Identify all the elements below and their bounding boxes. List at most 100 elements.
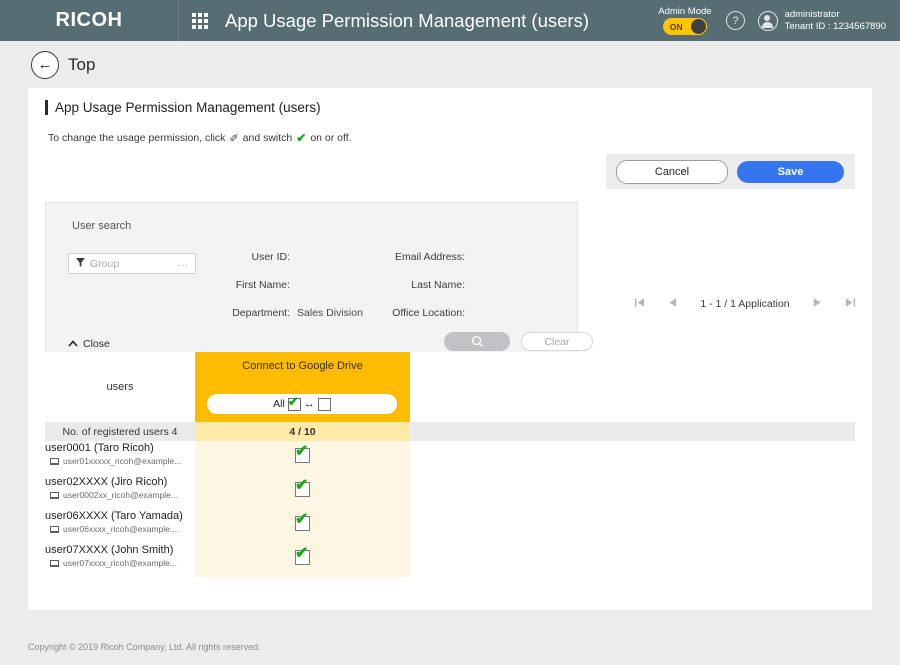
user-email: user01xxxxx_ricoh@example... [45, 455, 195, 467]
cancel-button[interactable]: Cancel [616, 159, 728, 184]
table-row: user07XXXX (John Smith) user07xxxx_ricoh… [45, 543, 855, 577]
empty-cell-2 [628, 543, 855, 577]
user-cell: user02XXXX (Jiro Ricoh) user0002xx_ricoh… [45, 475, 195, 509]
app-column-header: Connect to Google Drive All ↔ [195, 352, 410, 422]
user-cell: user0001 (Taro Ricoh) user01xxxxx_ricoh@… [45, 441, 195, 475]
table-row: user02XXXX (Jiro Ricoh) user0002xx_ricoh… [45, 475, 855, 509]
breadcrumb-label[interactable]: Top [68, 55, 95, 75]
permission-checkbox[interactable] [295, 512, 310, 531]
page-title: App Usage Permission Management (users) [45, 100, 321, 115]
field-value[interactable]: Sales Division [297, 307, 363, 319]
field-last-name: Last Name: [381, 279, 472, 291]
close-search-toggle[interactable]: Close [68, 338, 110, 350]
empty-cell-1 [410, 441, 628, 475]
envelope-icon [50, 559, 59, 567]
account-menu[interactable]: administrator Tenant ID : 1234567890 [757, 8, 900, 33]
swap-icon[interactable]: ↔ [304, 398, 315, 410]
next-page-icon[interactable] [812, 297, 823, 311]
empty-column-header-2 [628, 352, 855, 422]
field-label: Email Address: [394, 251, 465, 263]
footer: Copyright © 2019 Ricoh Company, Ltd. All… [0, 633, 900, 665]
empty-cell-1 [410, 543, 628, 577]
user-name: user06XXXX (Taro Yamada) [45, 510, 183, 522]
permission-checkbox[interactable] [295, 444, 310, 463]
field-label: First Name: [235, 279, 290, 291]
instruction-text: To change the usage permission, click ✐ … [48, 131, 352, 145]
empty-cell-2 [628, 475, 855, 509]
permission-cell[interactable] [195, 509, 410, 543]
users-column-header: users [45, 352, 195, 422]
permission-checkbox[interactable] [295, 478, 310, 497]
top-header-bar: RICOH App Usage Permission Management (u… [0, 0, 900, 41]
group-filter-placeholder: Group [90, 257, 120, 270]
question-icon: ? [726, 11, 746, 30]
last-page-icon[interactable] [845, 297, 856, 311]
permission-checkbox[interactable] [295, 546, 310, 565]
search-field-row: Department: Sales Division Office Locati… [206, 307, 566, 335]
admin-mode-control[interactable]: Admin Mode ON [658, 6, 713, 35]
field-label: Department: [232, 307, 290, 319]
user-cell: user07XXXX (John Smith) user07xxxx_ricoh… [45, 543, 195, 577]
all-checked-checkbox[interactable] [287, 395, 301, 411]
empty-cell-1 [410, 509, 628, 543]
search-fields: User ID: Email Address: First Name: Last [206, 251, 566, 335]
chevron-up-icon [68, 338, 78, 350]
all-unchecked-checkbox[interactable] [317, 397, 331, 411]
back-arrow-icon[interactable]: ← [31, 50, 59, 79]
search-button[interactable] [444, 332, 510, 351]
empty-cell-1 [410, 475, 628, 509]
user-email: user07xxxx_ricoh@example... [45, 557, 195, 569]
action-bar: Cancel Save [606, 154, 855, 189]
field-department: Department: Sales Division [206, 307, 381, 319]
breadcrumb: ← Top [0, 41, 900, 88]
empty-count-cell-1 [410, 422, 628, 441]
user-search-panel: User search Group ... User ID: Email Add… [45, 202, 593, 368]
first-page-icon[interactable] [634, 297, 645, 311]
envelope-icon [50, 491, 59, 499]
save-button[interactable]: Save [737, 160, 844, 183]
field-label: User ID: [251, 251, 290, 263]
field-office-location: Office Location: [381, 307, 472, 319]
search-icon [471, 336, 483, 348]
user-email-text: user07xxxx_ricoh@example... [63, 558, 177, 568]
app-title: App Usage Permission Management (users) [225, 9, 589, 31]
empty-count-cell-2 [628, 422, 855, 441]
group-filter-input[interactable]: Group ... [68, 253, 196, 274]
app-column-title: Connect to Google Drive [242, 360, 363, 372]
permission-cell[interactable] [195, 543, 410, 577]
user-search-title: User search [72, 220, 132, 232]
user-email-text: user06xxxx_ricoh@example.... [63, 524, 180, 534]
permission-cell[interactable] [195, 441, 410, 475]
empty-cell-2 [628, 509, 855, 543]
help-button[interactable]: ? [714, 0, 758, 41]
instruction-middle: and switch [242, 132, 293, 144]
user-cell: user06XXXX (Taro Yamada) user06xxxx_rico… [45, 509, 195, 543]
permission-cell[interactable] [195, 475, 410, 509]
close-label: Close [83, 338, 110, 350]
pencil-icon: ✐ [229, 132, 239, 145]
funnel-icon [76, 257, 85, 270]
all-label: All [273, 398, 285, 410]
user-email: user0002xx_ricoh@example... [45, 489, 195, 501]
field-label: Last Name: [411, 279, 465, 291]
table-header-row: users Connect to Google Drive All ↔ [45, 352, 855, 422]
user-name: user02XXXX (Jiro Ricoh) [45, 476, 168, 488]
user-email: user06xxxx_ricoh@example.... [45, 523, 195, 535]
all-toggle-control[interactable]: All ↔ [207, 394, 397, 414]
account-name: administrator [784, 8, 840, 20]
prev-page-icon[interactable] [667, 297, 678, 311]
admin-mode-label: Admin Mode [658, 6, 712, 17]
registered-users-label: No. of registered users 4 [45, 422, 195, 441]
permissions-table: users Connect to Google Drive All ↔ [45, 352, 855, 577]
copyright-text: Copyright © 2019 Ricoh Company, Ltd. All… [28, 642, 261, 652]
admin-mode-toggle[interactable]: ON [662, 18, 707, 35]
clear-button[interactable]: Clear [521, 332, 593, 351]
table-row: user06XXXX (Taro Yamada) user06xxxx_rico… [45, 509, 855, 543]
group-filter-more[interactable]: ... [178, 258, 189, 269]
grid-icon [192, 12, 208, 29]
search-field-row: User ID: Email Address: [206, 251, 566, 279]
user-name: user0001 (Taro Ricoh) [45, 442, 154, 454]
table-row: user0001 (Taro Ricoh) user01xxxxx_ricoh@… [45, 441, 855, 475]
app-launcher-button[interactable] [179, 0, 221, 41]
instruction-suffix: on or off. [310, 132, 352, 144]
